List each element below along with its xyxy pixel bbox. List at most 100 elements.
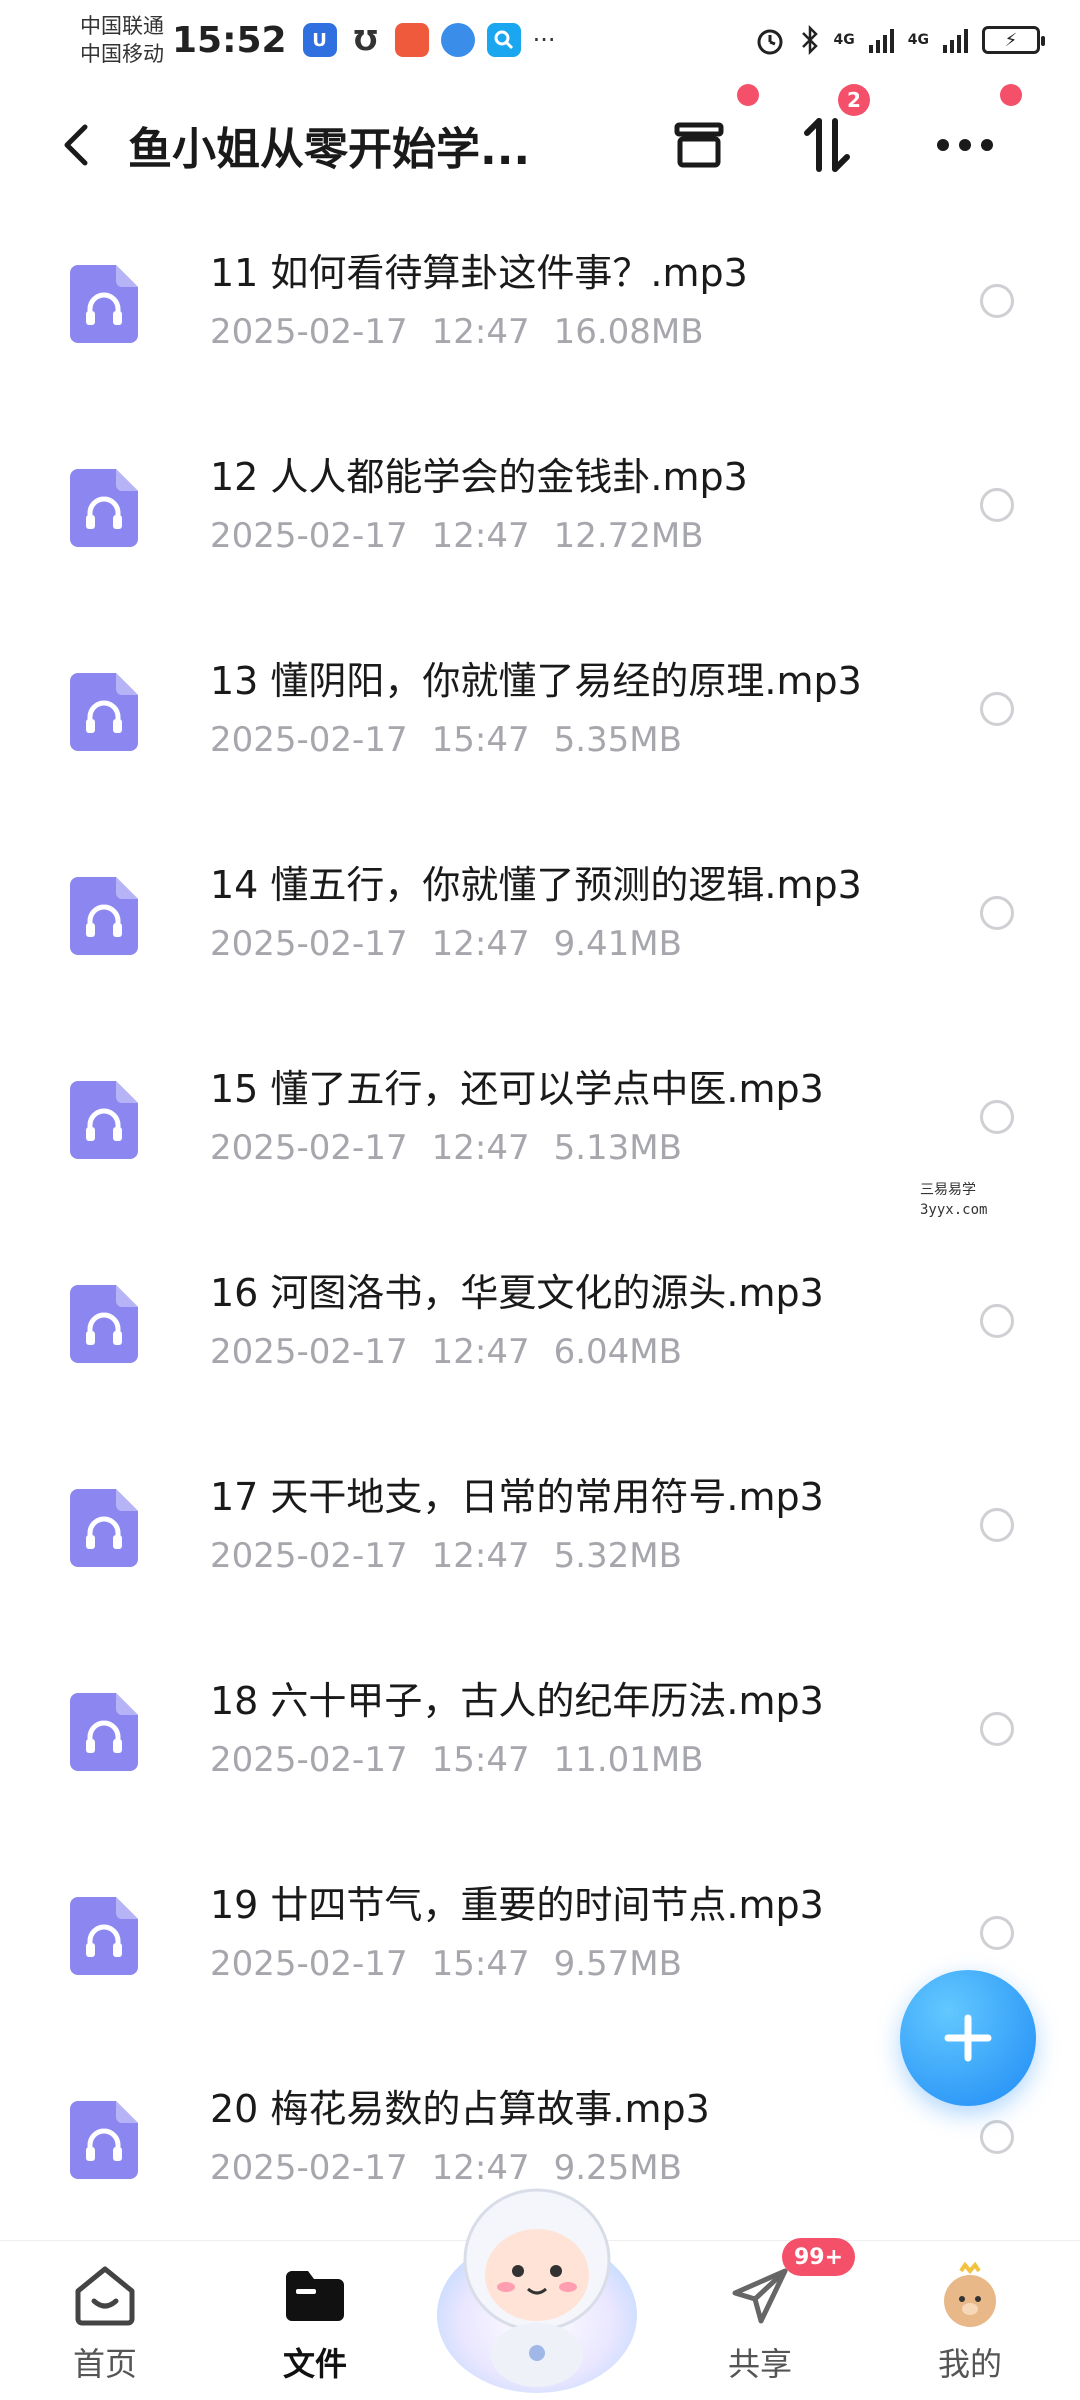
- file-time: 12:47: [431, 1536, 530, 1576]
- signal-icon: [868, 27, 894, 53]
- watermark-line-1: 三易易学: [920, 1182, 976, 1198]
- file-date: 2025-02-17: [210, 1536, 408, 1576]
- select-checkbox[interactable]: [980, 284, 1014, 318]
- select-checkbox[interactable]: [980, 692, 1014, 726]
- more-notification-dot: [1000, 84, 1022, 106]
- file-meta: 2025-02-17 15:47 9.57MB: [210, 1944, 706, 1984]
- file-time: 15:47: [431, 1740, 530, 1780]
- file-meta: 2025-02-17 12:47 16.08MB: [210, 312, 728, 352]
- audio-file-icon: [70, 1897, 138, 1975]
- alarm-icon: [757, 29, 783, 55]
- plus-icon: [944, 2014, 992, 2062]
- clock: 15:52: [172, 19, 287, 61]
- file-size: 11.01MB: [553, 1740, 704, 1780]
- file-size: 9.57MB: [553, 1944, 682, 1984]
- audio-file-icon: [70, 469, 138, 547]
- archive-box-icon: [674, 122, 724, 168]
- sort-icon: [804, 118, 850, 172]
- file-date: 2025-02-17: [210, 924, 408, 964]
- file-row[interactable]: 11 如何看待算卦这件事？.mp3 2025-02-17 12:47 16.08MB: [0, 200, 1080, 404]
- audio-file-icon: [70, 2101, 138, 2179]
- file-name: 13 懂阴阳，你就懂了易经的原理.mp3: [210, 659, 862, 703]
- file-row[interactable]: 15 懂了五行，还可以学点中医.mp3 2025-02-17 12:47 5.13M…: [0, 1016, 1080, 1220]
- select-checkbox[interactable]: [980, 1304, 1014, 1338]
- file-name: 17 天干地支，日常的常用符号.mp3: [210, 1475, 824, 1519]
- file-row[interactable]: 17 天干地支，日常的常用符号.mp3 2025-02-17 12:47 5.32M…: [0, 1424, 1080, 1628]
- file-size: 5.35MB: [553, 720, 682, 760]
- file-name: 15 懂了五行，还可以学点中医.mp3: [210, 1067, 824, 1111]
- file-row[interactable]: 14 懂五行，你就懂了预测的逻辑.mp3 2025-02-17 12:47 9.41…: [0, 812, 1080, 1016]
- file-name: 12 人人都能学会的金钱卦.mp3: [210, 455, 748, 499]
- profile-avatar-icon: [935, 2261, 1005, 2331]
- file-size: 16.08MB: [553, 312, 704, 352]
- paper-plane-icon: [725, 2261, 795, 2331]
- watermark-line-2: 3yyx.com: [920, 1202, 988, 1218]
- file-date: 2025-02-17: [210, 1128, 408, 1168]
- file-date: 2025-02-17: [210, 312, 408, 352]
- back-button[interactable]: [50, 115, 100, 175]
- audio-file-icon: [70, 1489, 138, 1567]
- file-size: 5.13MB: [553, 1128, 682, 1168]
- search-notif-icon: [486, 23, 521, 57]
- select-checkbox[interactable]: [980, 1508, 1014, 1542]
- select-checkbox[interactable]: [980, 896, 1014, 930]
- select-checkbox[interactable]: [980, 1712, 1014, 1746]
- file-date: 2025-02-17: [210, 1944, 408, 1984]
- audio-file-icon: [70, 265, 138, 343]
- app-header: 鱼小姐从零开始学... 2: [0, 84, 1080, 200]
- add-button[interactable]: [900, 1970, 1036, 2106]
- sort-count-badge: 2: [838, 84, 870, 116]
- file-date: 2025-02-17: [210, 516, 408, 556]
- system-status: 4G 4G ⚡: [754, 24, 1045, 56]
- select-checkbox[interactable]: [980, 2120, 1014, 2154]
- file-time: 12:47: [431, 1332, 530, 1372]
- file-size: 5.32MB: [553, 1536, 682, 1576]
- file-row[interactable]: 16 河图洛书，华夏文化的源头.mp3 2025-02-17 12:47 6.04M…: [0, 1220, 1080, 1424]
- file-row[interactable]: 13 懂阴阳，你就懂了易经的原理.mp3 2025-02-17 15:47 5.35…: [0, 608, 1080, 812]
- signal-icon: [943, 27, 968, 53]
- file-meta: 2025-02-17 12:47 12.72MB: [210, 516, 728, 556]
- file-time: 12:47: [431, 1128, 530, 1168]
- bluetooth-icon: [801, 24, 818, 56]
- nav-files[interactable]: 文件: [245, 2261, 385, 2385]
- browser-notif-icon: [440, 23, 475, 57]
- more-notifications: ···: [532, 26, 556, 54]
- file-name: 19 廿四节气，重要的时间节点.mp3: [210, 1883, 824, 1927]
- file-row[interactable]: 12 人人都能学会的金钱卦.mp3 2025-02-17 12:47 12.72MB: [0, 404, 1080, 608]
- nav-label: 我的: [937, 2345, 1002, 2383]
- file-date: 2025-02-17: [210, 2148, 408, 2188]
- notification-icons: U Ʊ ···: [302, 23, 556, 57]
- file-meta: 2025-02-17 12:47 9.41MB: [210, 924, 706, 964]
- file-time: 12:47: [431, 924, 530, 964]
- nav-home[interactable]: 首页: [35, 2261, 175, 2385]
- shop-notif-icon: [394, 23, 429, 57]
- audio-file-icon: [70, 1285, 138, 1363]
- file-size: 12.72MB: [553, 516, 704, 556]
- sort-button[interactable]: [792, 110, 862, 180]
- file-meta: 2025-02-17 15:47 5.35MB: [210, 720, 706, 760]
- audio-file-icon: [70, 877, 138, 955]
- archive-button[interactable]: [664, 110, 734, 180]
- file-date: 2025-02-17: [210, 1740, 408, 1780]
- file-meta: 2025-02-17 12:47 6.04MB: [210, 1332, 706, 1372]
- file-time: 12:47: [431, 516, 530, 556]
- nav-profile[interactable]: 我的: [900, 2261, 1040, 2385]
- file-row[interactable]: 18 六十甲子，古人的纪年历法.mp3 2025-02-17 15:47 11.01…: [0, 1628, 1080, 1832]
- select-checkbox[interactable]: [980, 1100, 1014, 1134]
- more-options-button[interactable]: [930, 110, 1000, 180]
- file-date: 2025-02-17: [210, 1332, 408, 1372]
- select-checkbox[interactable]: [980, 488, 1014, 522]
- select-checkbox[interactable]: [980, 1916, 1014, 1950]
- app-notif-icon: Ʊ: [353, 23, 378, 57]
- home-icon: [70, 2261, 140, 2331]
- file-size: 6.04MB: [553, 1332, 682, 1372]
- file-meta: 2025-02-17 12:47 5.13MB: [210, 1128, 706, 1168]
- audio-file-icon: [70, 1693, 138, 1771]
- carrier-2: 中国移动: [80, 42, 164, 66]
- nav-share[interactable]: 共享: [690, 2261, 830, 2385]
- mascot-icon[interactable]: [432, 2165, 642, 2395]
- file-name: 16 河图洛书，华夏文化的源头.mp3: [210, 1271, 824, 1315]
- app-notif-icon: U: [302, 23, 337, 57]
- carrier-info: 中国联通 中国移动: [80, 12, 164, 68]
- file-meta: 2025-02-17 12:47 5.32MB: [210, 1536, 706, 1576]
